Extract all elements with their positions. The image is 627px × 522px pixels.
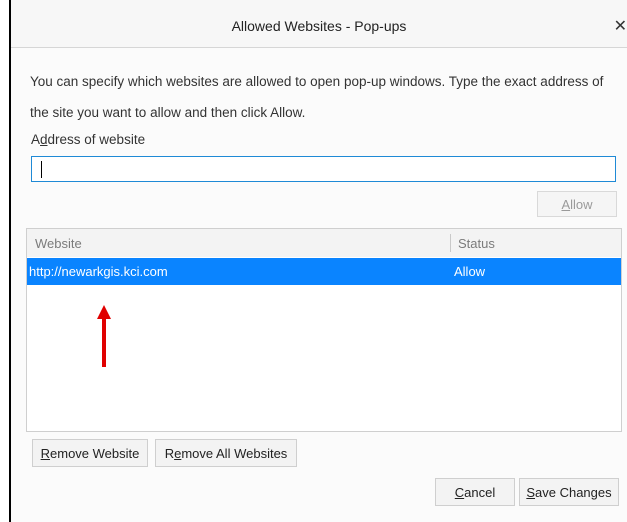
websites-table: Website Status http://newarkgis.kci.com …	[26, 228, 622, 432]
dialog-title: Allowed Websites - Pop-ups	[231, 18, 407, 34]
close-icon[interactable]: ✕	[614, 16, 627, 36]
row-website: http://newarkgis.kci.com	[29, 264, 168, 279]
text-caret	[41, 161, 42, 178]
column-header-status[interactable]: Status	[458, 236, 495, 251]
address-label: Address of website	[31, 132, 145, 147]
cancel-button[interactable]: Cancel	[435, 478, 515, 506]
remove-website-button[interactable]: Remove Website	[32, 439, 148, 467]
dialog-description: You can specify which websites are allow…	[30, 74, 604, 120]
red-up-arrow-icon	[97, 305, 111, 367]
allow-button-access-key: A	[561, 197, 571, 212]
allow-button[interactable]: Allow	[537, 191, 617, 217]
title-bar: Allowed Websites - Pop-ups ✕	[11, 0, 627, 48]
save-changes-button[interactable]: Save Changes	[519, 478, 619, 506]
column-separator	[450, 234, 451, 252]
table-header: Website Status	[27, 229, 621, 257]
row-status: Allow	[454, 264, 486, 279]
address-label-access-key: A	[31, 132, 41, 147]
window-frame-edge	[0, 0, 11, 522]
allowed-websites-dialog: Allowed Websites - Pop-ups ✕ You can spe…	[11, 0, 627, 522]
remove-all-websites-button[interactable]: Remove All Websites	[155, 439, 297, 467]
column-header-website[interactable]: Website	[35, 236, 82, 251]
address-input[interactable]	[31, 156, 616, 182]
address-label-text: ddress of website	[40, 132, 146, 147]
table-row[interactable]: http://newarkgis.kci.com Allow	[27, 258, 621, 285]
